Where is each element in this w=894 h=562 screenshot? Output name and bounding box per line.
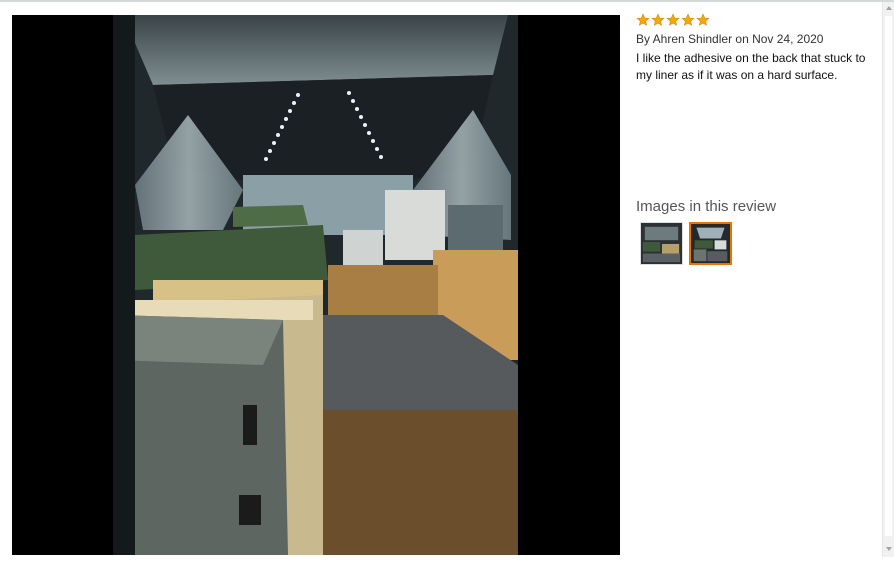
thumbnail-strip <box>640 222 732 265</box>
star-icon <box>696 13 710 26</box>
review-byline: By Ahren Shindler on Nov 24, 2020 <box>636 32 824 46</box>
star-icon <box>636 13 650 26</box>
review-photo <box>113 15 518 555</box>
star-rating <box>636 12 880 28</box>
image-viewer <box>12 15 620 555</box>
scrollbar-thumb[interactable] <box>885 16 892 536</box>
star-icon <box>651 13 665 26</box>
star-icon <box>666 13 680 26</box>
images-in-review-heading: Images in this review <box>636 198 777 215</box>
scroll-up-icon[interactable] <box>886 6 892 10</box>
review-text: I like the adhesive on the back that stu… <box>636 51 866 82</box>
review-image-thumbnail-selected[interactable] <box>689 222 732 265</box>
star-icon <box>681 13 695 26</box>
scroll-down-icon[interactable] <box>886 547 892 551</box>
review-image-thumbnail[interactable] <box>640 222 683 265</box>
top-border <box>0 0 894 2</box>
review-panel: By Ahren Shindler on Nov 24, 2020 I like… <box>636 12 880 84</box>
page-scrollbar[interactable] <box>882 2 894 557</box>
